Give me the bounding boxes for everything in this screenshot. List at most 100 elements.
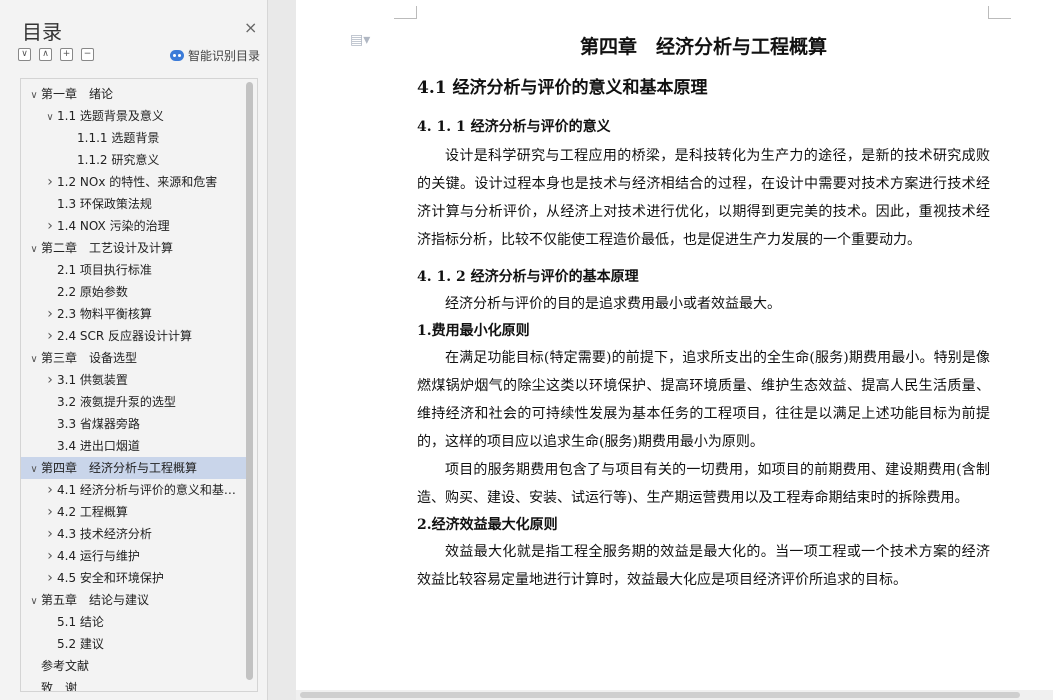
close-icon[interactable]: × [244,18,257,37]
toc-scrollbar[interactable] [246,82,253,680]
smart-toc-button[interactable]: 智能识别目录 [170,47,260,64]
toc-item[interactable]: 2.1 项目执行标准 [21,259,247,281]
toc-item-label: 第二章 工艺设计及计算 [41,241,174,255]
paragraph: 经济分析与评价的目的是追求费用最小或者效益最大。 [445,296,781,312]
toc-item[interactable]: 1.1.1 选题背景 [21,127,247,149]
remove-heading-button[interactable]: − [81,48,94,61]
robot-icon [170,50,184,61]
toc-item-label: 4.4 运行与维护 [57,549,140,563]
toc-item[interactable]: ∨ 第一章 绪论 [21,83,247,105]
toc-item[interactable]: 1.1.2 研究意义 [21,149,247,171]
toc-item[interactable]: 1.3 环保政策法规 [21,193,247,215]
chevron-right-icon[interactable]: › [43,369,57,391]
add-heading-button[interactable]: + [60,48,73,61]
chevron-right-icon[interactable]: › [43,545,57,567]
expand-all-button[interactable]: ∨ [18,48,31,61]
chevron-right-icon[interactable]: › [43,303,57,325]
toc-item-label: 2.4 SCR 反应器设计计算 [57,329,193,343]
toc-item-label: 5.2 建议 [57,637,104,651]
toc-item[interactable]: ∨ 1.1 选题背景及意义 [21,105,247,127]
chevron-right-icon[interactable]: › [43,567,57,589]
toc-item-label: 1.1.1 选题背景 [77,131,160,145]
toc-item-label: 参考文献 [41,659,90,673]
toc-list: ∨ 第一章 绪论 ∨ 1.1 选题背景及意义 1.1.1 选题背景 1.1.2 研究意义 ›… [21,83,247,692]
toc-item-label: 3.4 进出口烟道 [57,439,140,453]
page-corner-mark [394,6,417,19]
toc-item[interactable]: › 1.4 NOX 污染的治理 [21,215,247,237]
toc-item-label: 1.4 NOX 污染的治理 [57,219,170,233]
page-corner-mark [988,6,1011,19]
toc-item[interactable]: › 2.3 物料平衡核算 [21,303,247,325]
toc-item[interactable]: ∨ 第四章 经济分析与工程概算 [21,457,247,479]
sidebar-title: 目录 [22,20,62,44]
smart-toc-label: 智能识别目录 [188,49,261,63]
paragraph: 项目的服务期费用包含了与项目有关的一切费用，如项目的前期费用、建设期费用(含制造… [417,462,990,506]
toc-item-label: 4.2 工程概算 [57,505,128,519]
paragraph: 设计是科学研究与工程应用的桥梁，是科技转化为生产力的途径，是新的技术研究成败的关… [417,148,990,248]
toc-item[interactable]: 3.3 省煤器旁路 [21,413,247,435]
toc-item-label: 第三章 设备选型 [41,351,138,365]
toc-item-label: 5.1 结论 [57,615,104,629]
toc-item[interactable]: 2.2 原始参数 [21,281,247,303]
toc-item[interactable]: › 3.1 供氨装置 [21,369,247,391]
toc-item-label: 3.2 液氨提升泵的选型 [57,395,176,409]
toc-item[interactable]: › 4.2 工程概算 [21,501,247,523]
chevron-down-icon[interactable]: ∨ [43,107,57,127]
chevron-right-icon[interactable]: › [43,325,57,347]
toc-item-label: 第五章 结论与建议 [41,593,150,607]
toc-item-label: 第四章 经济分析与工程概算 [41,461,198,475]
toc-item-label: 4.5 安全和环境保护 [57,571,164,585]
principle-heading: 1.费用最小化原则 [417,323,530,339]
horizontal-scrollbar[interactable] [300,692,1020,698]
toc-item[interactable]: ∨ 第二章 工艺设计及计算 [21,237,247,259]
subsection-heading: 4. 1. 1 经济分析与评价的意义 [417,119,611,135]
chevron-down-icon[interactable]: ∨ [27,591,41,611]
toc-item[interactable]: ∨ 第三章 设备选型 [21,347,247,369]
chevron-down-icon[interactable]: ∨ [27,459,41,479]
toc-item[interactable]: › 4.5 安全和环境保护 [21,567,247,589]
toc-item-label: 3.1 供氨装置 [57,373,128,387]
toc-item-label: 致 谢 [41,681,78,692]
toc-item-label: 2.2 原始参数 [57,285,128,299]
toc-item[interactable]: › 2.4 SCR 反应器设计计算 [21,325,247,347]
toc-toolbar: ∨ ∧ + − [18,48,94,61]
toc-item[interactable]: 5.2 建议 [21,633,247,655]
toc-item-label: 1.1.2 研究意义 [77,153,160,167]
toc-item[interactable]: › 1.2 NOx 的特性、来源和危害 [21,171,247,193]
toc-item[interactable]: 3.2 液氨提升泵的选型 [21,391,247,413]
toc-item-label: 2.3 物料平衡核算 [57,307,152,321]
sidebar-gutter [268,0,296,700]
toc-item[interactable]: 3.4 进出口烟道 [21,435,247,457]
toc-item-label: 2.1 项目执行标准 [57,263,152,277]
toc-item-label: 3.3 省煤器旁路 [57,417,140,431]
subsection-heading: 4. 1. 2 经济分析与评价的基本原理 [417,269,639,285]
chevron-down-icon[interactable]: ∨ [27,85,41,105]
toc-item[interactable]: 参考文献 [21,655,247,677]
chevron-right-icon[interactable]: › [43,479,57,501]
toc-item[interactable]: › 4.1 经济分析与评价的意义和基本原理 [21,479,247,501]
chevron-right-icon[interactable]: › [43,171,57,193]
toc-item[interactable]: › 4.4 运行与维护 [21,545,247,567]
toc-item-label: 4.3 技术经济分析 [57,527,152,541]
toc-item[interactable]: ∨ 第五章 结论与建议 [21,589,247,611]
chapter-heading: 第四章 经济分析与工程概算 [579,36,827,58]
toc-item-label: 4.1 经济分析与评价的意义和基本原理 [57,483,247,497]
toc-item-label: 第一章 绪论 [41,87,114,101]
toc-item[interactable]: 致 谢 [21,677,247,692]
document-icon[interactable]: ▤▾ [350,32,370,48]
paragraph: 效益最大化就是指工程全服务期的效益是最大化的。当一项工程或一个技术方案的经济效益… [417,544,990,588]
chevron-down-icon[interactable]: ∨ [27,349,41,369]
toc-item[interactable]: 5.1 结论 [21,611,247,633]
toc-item-label: 1.2 NOx 的特性、来源和危害 [57,175,218,189]
chevron-down-icon[interactable]: ∨ [27,239,41,259]
chevron-right-icon[interactable]: › [43,215,57,237]
chevron-right-icon[interactable]: › [43,523,57,545]
toc-sidebar: 目录 × ∨ ∧ + − 智能识别目录 ∨ 第一章 绪论 ∨ 1.1 选题背景及意义 1… [0,0,268,700]
principle-heading: 2.经济效益最大化原则 [417,517,558,533]
document-content: 第四章 经济分析与工程概算 4.1 经济分析与评价的意义和基本原理 4. 1. … [417,26,990,594]
collapse-all-button[interactable]: ∧ [39,48,52,61]
document-page: ▤▾ 第四章 经济分析与工程概算 4.1 经济分析与评价的意义和基本原理 4. … [296,0,1053,700]
chevron-right-icon[interactable]: › [43,501,57,523]
toc-item[interactable]: › 4.3 技术经济分析 [21,523,247,545]
paragraph: 在满足功能目标(特定需要)的前提下，追求所支出的全生命(服务)期费用最小。特别是… [417,350,990,450]
